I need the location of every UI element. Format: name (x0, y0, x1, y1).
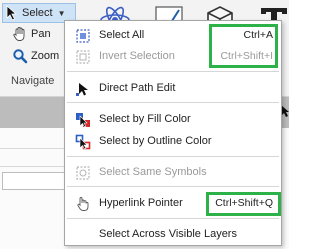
zoom-label: Zoom (31, 50, 60, 62)
select-dropdown-menu: Select All Ctrl+A Invert Selection Ctrl+… (64, 20, 282, 246)
shortcut-highlight-box (206, 192, 281, 216)
fill-color-icon (76, 113, 90, 128)
hyperlink-hand-icon (77, 197, 89, 211)
chevron-down-icon[interactable]: ▼ (58, 9, 66, 18)
menu-item-label: Select All (99, 29, 145, 41)
arrow-cursor-icon (6, 5, 18, 21)
menu-item-label: Select Across Visible Layers (99, 228, 237, 240)
menu-item-select-across-visible-layers[interactable]: Select Across Visible Layers (65, 225, 281, 245)
group-label-navigate: Navigate (11, 75, 55, 87)
menu-separator (67, 102, 279, 103)
zoom-button[interactable]: Zoom (12, 48, 59, 64)
menu-item-select-same-symbols[interactable]: Select Same Symbols (65, 163, 281, 183)
menu-item-label: Invert Selection (99, 50, 175, 62)
menu-item-label: Select Same Symbols (99, 166, 207, 178)
menu-item-label: Hyperlink Pointer (99, 197, 183, 209)
pan-label: Pan (31, 28, 51, 40)
arrow-cursor-icon (281, 105, 289, 117)
menu-item-select-by-outline-color[interactable]: Select by Outline Color (65, 132, 281, 152)
pane-divider (0, 148, 66, 149)
menu-item-label: Direct Path Edit (99, 82, 176, 94)
select-all-icon (76, 29, 90, 43)
shortcut-highlight-box (209, 24, 278, 68)
menu-item-direct-path-edit[interactable]: Direct Path Edit (65, 79, 281, 99)
hand-icon (13, 27, 25, 41)
outline-color-icon (75, 134, 91, 150)
menu-item-label: Select by Fill Color (99, 113, 191, 125)
menu-item-label: Select by Outline Color (99, 135, 212, 147)
same-symbols-icon (76, 166, 90, 180)
select-button-label: Select (22, 7, 53, 19)
pan-button[interactable]: Pan (12, 26, 51, 42)
menu-separator (67, 186, 279, 187)
magnifier-icon (13, 49, 28, 64)
menu-separator (67, 156, 279, 157)
pane-divider (0, 166, 66, 167)
menu-separator (67, 71, 279, 72)
pane-field[interactable] (2, 172, 66, 190)
invert-selection-icon (76, 50, 90, 64)
menu-item-select-by-fill-color[interactable]: Select by Fill Color (65, 110, 281, 130)
menu-separator (67, 218, 279, 219)
direct-path-edit-icon (76, 83, 88, 96)
